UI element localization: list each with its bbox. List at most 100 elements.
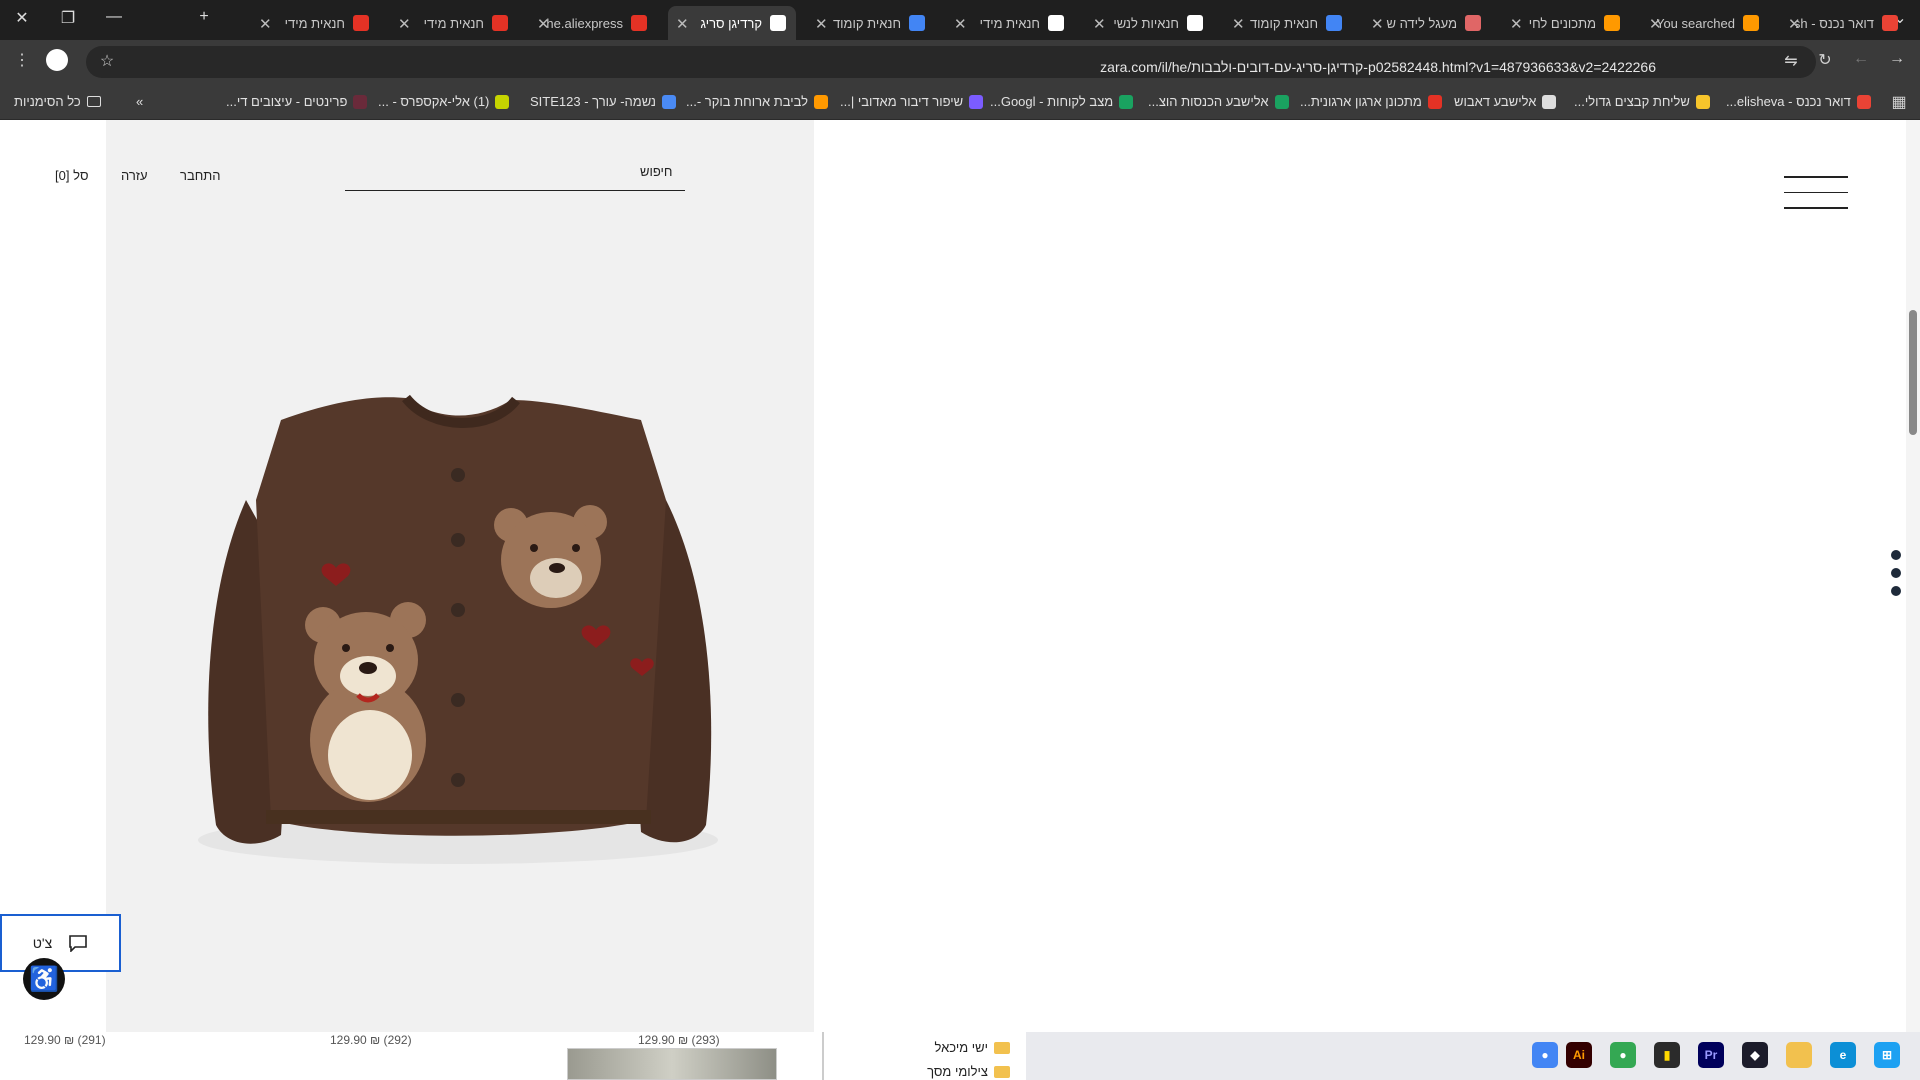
- browser-tab[interactable]: דואר נכנס - elish✕: [1780, 6, 1908, 40]
- folder-item[interactable]: צילומי מסך: [927, 1064, 1010, 1079]
- browser-tab[interactable]: חנאית מידי ✕: [251, 6, 379, 40]
- chrome-app-icon[interactable]: ●: [1532, 1042, 1558, 1068]
- bottom-strip: (291) ₪ 129.90 (292) ₪ 129.90 (293) ₪ 12…: [0, 1032, 1920, 1080]
- close-tab-icon[interactable]: ✕: [1232, 15, 1245, 33]
- sticky-notes-app-icon[interactable]: ▮: [1654, 1042, 1680, 1068]
- bookmarks-overflow-icon[interactable]: »: [136, 94, 143, 109]
- aliexpress-icon: [353, 15, 369, 31]
- browser-tab[interactable]: חנאית מידי ✕: [390, 6, 518, 40]
- chat-button[interactable]: צ'ט: [0, 914, 121, 972]
- tab-title: חנאית קומוד: [832, 15, 901, 31]
- chat-bubble-icon: [69, 935, 88, 952]
- file-explorer-app-icon[interactable]: [1786, 1042, 1812, 1068]
- bookmark-item[interactable]: מצב לקוחות - Googl...: [990, 94, 1134, 109]
- browser-tab[interactable]: he.aliexpress ✕: [529, 6, 657, 40]
- close-tab-icon[interactable]: ✕: [259, 15, 272, 33]
- close-tab-icon[interactable]: ✕: [676, 15, 689, 33]
- search-input[interactable]: חיפוש: [640, 164, 672, 179]
- new-tab-icon[interactable]: +: [194, 8, 214, 26]
- close-tab-icon[interactable]: ✕: [1093, 15, 1106, 33]
- folder-item[interactable]: ישי מיכאל: [934, 1040, 1010, 1055]
- close-tab-icon[interactable]: ✕: [1788, 15, 1801, 33]
- restore-window-icon[interactable]: ❐: [58, 8, 78, 28]
- zara-product-page: סל [0] עזרה התחבר חיפוש צ'ט ♿: [0, 120, 1906, 1032]
- accessibility-icon[interactable]: ♿: [23, 958, 65, 1000]
- browser-tab[interactable]: קרדיגן סריג ✕: [668, 6, 796, 40]
- tab-bar: ✕ ❐ — + ⌄ דואר נכנס - elish✕You searched…: [0, 0, 1920, 40]
- page-scrollbar[interactable]: [1906, 120, 1920, 1032]
- windows-start-icon[interactable]: ⊞: [1874, 1042, 1900, 1068]
- bookmark-favicon-icon: [969, 94, 984, 109]
- bookmark-item[interactable]: מתכונן ארגון ארגונית...: [1300, 94, 1442, 109]
- browser-tab[interactable]: חנאית קומוד ✕: [807, 6, 935, 40]
- product-price: (293) ₪ 129.90: [638, 1033, 720, 1047]
- gmail-icon: [1882, 15, 1898, 31]
- profile-avatar[interactable]: [46, 49, 68, 71]
- image-pagination-dots[interactable]: [1891, 550, 1901, 604]
- close-tab-icon[interactable]: ✕: [537, 15, 550, 33]
- premiere-app-icon[interactable]: Pr: [1698, 1042, 1724, 1068]
- bookmark-item[interactable]: פרינטים - עיצובים די...: [226, 94, 368, 109]
- apps-grid-icon[interactable]: ▦: [1888, 92, 1910, 112]
- address-bar[interactable]: ☆ zara.com/il/he/קרדיגן-סריג-עם-דובים-ול…: [86, 46, 1816, 78]
- login-link[interactable]: התחבר: [180, 168, 221, 183]
- browser-tab[interactable]: חנאיות לנשי ✕: [1085, 6, 1213, 40]
- close-tab-icon[interactable]: ✕: [1371, 15, 1384, 33]
- back-icon[interactable]: ←: [1850, 50, 1872, 68]
- hamburger-menu-icon[interactable]: [1784, 176, 1848, 223]
- chat-label: צ'ט: [32, 935, 53, 951]
- url-text: zara.com/il/he/קרדיגן-סריג-עם-דובים-ולבב…: [1100, 59, 1656, 75]
- close-tab-icon[interactable]: ✕: [815, 15, 828, 33]
- menu-kebab-icon[interactable]: ⋮: [11, 50, 33, 70]
- circle-logo-icon: [1465, 15, 1481, 31]
- amazon-icon: [1743, 15, 1759, 31]
- bookmark-item[interactable]: אלישבע דאבוש: [1454, 94, 1557, 109]
- windows-taskbar: ● Ai ● ▮ Pr ◆ e ⊞: [1026, 1032, 1920, 1080]
- bookmark-star-icon[interactable]: ☆: [96, 51, 118, 71]
- scrollbar-thumb[interactable]: [1909, 310, 1917, 435]
- forward-icon[interactable]: →: [1886, 50, 1908, 68]
- browser-tab[interactable]: מעגל לידה ש ✕: [1363, 6, 1491, 40]
- bookmark-item[interactable]: נשמה- עורך - SITE123: [530, 94, 676, 109]
- edge-app-icon[interactable]: e: [1830, 1042, 1856, 1068]
- zara-icon: [1048, 15, 1064, 31]
- tab-title: חנאיות לנשי: [1113, 15, 1179, 31]
- reload-icon[interactable]: ↻: [1814, 50, 1836, 70]
- bookmark-item[interactable]: שליחת קבצים גדולי...: [1574, 94, 1710, 109]
- bookmark-favicon-icon: [1856, 94, 1871, 109]
- product-thumbnail[interactable]: [567, 1048, 777, 1080]
- tab-title: מעגל לידה ש: [1386, 15, 1457, 31]
- product-image[interactable]: [106, 120, 814, 1032]
- all-bookmarks[interactable]: כל הסימניות: [14, 94, 101, 109]
- illustrator-app-icon[interactable]: Ai: [1566, 1042, 1592, 1068]
- tab-title: חנאית קומוד: [1249, 15, 1318, 31]
- davinci-app-icon[interactable]: ◆: [1742, 1042, 1768, 1068]
- browser-tab[interactable]: מתכונים לחי ✕: [1502, 6, 1630, 40]
- teddy-bear-cardigan-image: [198, 394, 718, 864]
- browser-tab[interactable]: You searched ✕: [1641, 6, 1769, 40]
- bookmark-favicon-icon: [1695, 94, 1710, 109]
- cart-link[interactable]: סל [0]: [55, 168, 89, 183]
- chrome-app-icon[interactable]: ●: [1610, 1042, 1636, 1068]
- bookmark-favicon-icon: [1427, 94, 1442, 109]
- bookmark-item[interactable]: לביבת ארוחת בוקר -...: [686, 94, 829, 109]
- bookmark-item[interactable]: דואר נכנס - elisheva...: [1726, 94, 1871, 109]
- bookmark-item[interactable]: אלישבע הכנסות הוצ...: [1148, 94, 1289, 109]
- browser-tab[interactable]: חנאית קומוד ✕: [1224, 6, 1352, 40]
- file-explorer-popup: ישי מיכאל צילומי מסך: [822, 1032, 1026, 1080]
- help-link[interactable]: עזרה: [121, 168, 148, 183]
- close-tab-icon[interactable]: ✕: [1649, 15, 1662, 33]
- site-settings-icon[interactable]: ⇋: [1780, 51, 1802, 71]
- close-tab-icon[interactable]: ✕: [954, 15, 967, 33]
- amazon-icon: [1604, 15, 1620, 31]
- close-tab-icon[interactable]: ✕: [1510, 15, 1523, 33]
- minimize-window-icon[interactable]: —: [104, 8, 124, 26]
- tab-title: קרדיגן סריג: [700, 15, 762, 31]
- zara-icon: [770, 15, 786, 31]
- close-tab-icon[interactable]: ✕: [398, 15, 411, 33]
- close-window-icon[interactable]: ✕: [12, 8, 32, 28]
- browser-tab[interactable]: חנאית מידי ✕: [946, 6, 1074, 40]
- bookmark-item[interactable]: שיפור דיבור מאדובי |...: [840, 94, 984, 109]
- bookmark-item[interactable]: (1) אלי-אקספרס - ...: [378, 94, 510, 109]
- bookmark-favicon-icon: [353, 94, 368, 109]
